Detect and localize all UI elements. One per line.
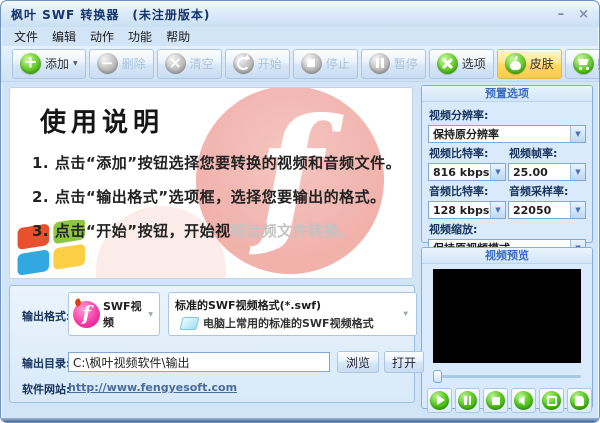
instruction-step-1: 1. 点击“添加”按钮选择您要转换的视频和音频文件。 [32, 154, 402, 172]
resolution-select[interactable]: 保持原分辨率 ▼ [428, 125, 586, 143]
seek-slider[interactable] [433, 370, 581, 383]
preset-options-group: 预置选项 视频分辨率: 保持原分辨率 ▼ 视频比特率: 816 kbps ▼ 视… [421, 85, 593, 257]
format-description: 电脑上常用的标准的SWF视频格式 [203, 317, 374, 330]
add-button-label: 添加 [45, 57, 70, 71]
chevron-down-icon: ▼ [490, 164, 505, 180]
preview-snapshot-button[interactable] [539, 388, 564, 413]
app-window: 枫叶 SWF 转换器 (未注册版本) – × 文件 编辑 动作 功能 帮助 添加… [0, 0, 600, 423]
output-dir-label: 输出目录: [22, 357, 71, 370]
restart-icon [232, 53, 254, 74]
play-icon [430, 391, 449, 410]
stop-icon [486, 391, 505, 410]
clear-button: 清空 [156, 48, 222, 79]
options-button-label: 选项 [461, 57, 486, 71]
framerate-label: 视频帧率: [509, 147, 558, 160]
buy-button[interactable]: 购买 [564, 48, 599, 79]
cart-icon [572, 53, 594, 74]
menu-bar: 文件 编辑 动作 功能 帮助 [1, 27, 599, 46]
window-title: 枫叶 SWF 转换器 (未注册版本) [11, 7, 211, 22]
pause-button-label: 暂停 [393, 57, 418, 71]
delete-button: 删除 [88, 48, 154, 79]
preview-pause-button[interactable] [455, 388, 480, 413]
output-format-detail-select[interactable]: 标准的SWF视频格式(*.swf) 电脑上常用的标准的SWF视频格式 ▼ [168, 292, 417, 336]
title-bar: 枫叶 SWF 转换器 (未注册版本) – × [1, 1, 599, 27]
website-link[interactable]: http://www.fengyesoft.com [68, 381, 237, 394]
stop-button: 停止 [292, 48, 358, 79]
tools-icon [436, 53, 458, 74]
instruction-step-3: 3. 点击“开始”按钮，开始视频音频文件转换。 [32, 222, 355, 240]
chevron-down-icon: ▼ [490, 202, 505, 218]
resolution-label: 视频分辨率: [429, 109, 489, 122]
browse-button[interactable]: 浏览 [337, 351, 379, 373]
chevron-down-icon: ▼ [403, 310, 408, 318]
menu-item-action[interactable]: 动作 [90, 28, 114, 45]
swf-logo-icon [73, 300, 100, 328]
preview-volume-button[interactable] [511, 388, 536, 413]
preview-play-button[interactable] [427, 388, 452, 413]
stop-icon [300, 53, 322, 74]
start-button-label: 开始 [257, 57, 282, 71]
clear-x-icon [164, 53, 186, 74]
add-button[interactable]: 添加 ▼ [12, 48, 86, 79]
chevron-down-icon: ▼ [570, 202, 585, 218]
samplerate-select[interactable]: 22050 ▼ [508, 201, 586, 219]
video-preview-group: 视频预览 [421, 247, 593, 413]
pause-button: 暂停 [360, 48, 426, 79]
minus-icon [96, 53, 118, 74]
samplerate-label: 音频采样率: [509, 185, 569, 198]
audio-bitrate-label: 音频比特率: [429, 185, 489, 198]
video-bitrate-select[interactable]: 816 kbps ▼ [428, 163, 506, 181]
close-icon[interactable]: × [578, 8, 589, 21]
delete-button-label: 删除 [121, 57, 146, 71]
output-format-label: 输出格式: [22, 310, 71, 323]
output-format-short-select[interactable]: SWF视频 ▼ [68, 292, 160, 336]
preset-options-title: 预置选项 [422, 86, 592, 102]
audio-bitrate-select[interactable]: 128 kbps ▼ [428, 201, 506, 219]
video-preview-screen [433, 269, 581, 363]
player-controls [422, 383, 592, 413]
instruction-step-2: 2. 点击“输出格式”选项框，选择您要输出的格式。 [32, 188, 386, 206]
open-button[interactable]: 打开 [384, 351, 424, 373]
plus-icon [20, 53, 41, 74]
menu-item-function[interactable]: 功能 [128, 28, 152, 45]
chevron-down-icon: ▼ [148, 310, 153, 318]
stop-button-label: 停止 [325, 57, 350, 71]
skin-button-label: 皮肤 [529, 57, 554, 71]
format-title: 标准的SWF视频格式(*.swf) [175, 299, 322, 312]
start-button: 开始 [224, 48, 290, 79]
output-settings-group: 输出格式: SWF视频 ▼ 标准的SWF视频格式(*.swf) 电脑上常用的标准… [9, 285, 424, 403]
pause-icon [368, 53, 390, 74]
chevron-down-icon: ▼ [73, 60, 78, 67]
clear-button-label: 清空 [189, 57, 214, 71]
options-button[interactable]: 选项 [428, 48, 494, 79]
instructions-heading: 使用说明 [40, 108, 165, 138]
toolbar: 添加 ▼ 删除 清空 开始 停止 暂停 选项 皮肤 [1, 46, 599, 82]
seek-slider-track [433, 375, 581, 378]
output-dir-input[interactable] [68, 352, 330, 372]
record-icon [542, 391, 561, 410]
minimize-icon[interactable]: – [558, 8, 565, 21]
website-label: 软件网站: [22, 383, 71, 396]
instructions-panel: f 使用说明 1. 点击“添加”按钮选择您要转换的视频和音频文件。 2. 点击“… [9, 87, 413, 279]
menu-item-help[interactable]: 帮助 [166, 28, 190, 45]
computer-icon [179, 316, 200, 330]
preview-stop-button[interactable] [483, 388, 508, 413]
chevron-down-icon: ▼ [570, 126, 585, 142]
video-bitrate-label: 视频比特率: [429, 147, 489, 160]
video-preview-title: 视频预览 [422, 248, 592, 264]
apple-icon [504, 53, 526, 74]
seek-slider-thumb[interactable] [433, 370, 442, 383]
speaker-icon [514, 391, 533, 410]
preview-open-file-button[interactable] [567, 388, 592, 413]
menu-item-edit[interactable]: 编辑 [52, 28, 76, 45]
video-scale-label: 视频缩放: [429, 223, 478, 236]
framerate-select[interactable]: 25.00 ▼ [508, 163, 586, 181]
skin-button[interactable]: 皮肤 [496, 48, 562, 79]
pause-icon [458, 391, 477, 410]
menu-item-file[interactable]: 文件 [14, 28, 38, 45]
chevron-down-icon: ▼ [570, 164, 585, 180]
window-bottom-edge [1, 418, 599, 422]
file-icon [570, 391, 589, 410]
